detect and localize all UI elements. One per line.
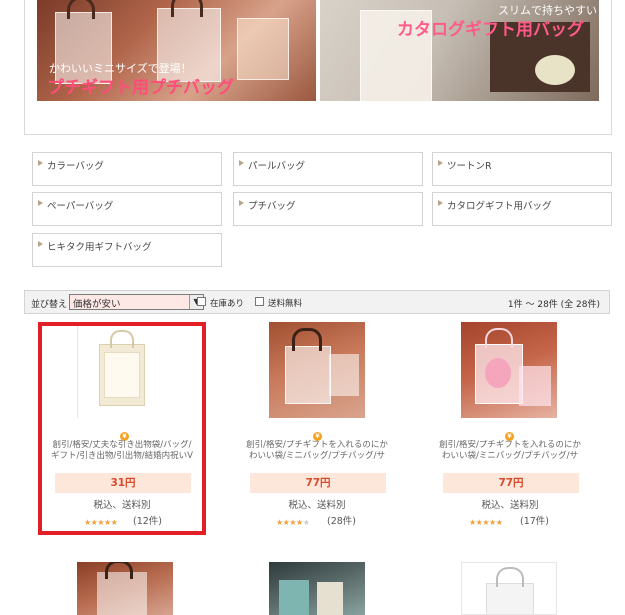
result-count: 1件 〜 28件 (全 28件) bbox=[507, 300, 600, 310]
product-description[interactable]: 創引/格安/プチギフトを入れるのにか わいい袋/ミニバッグ/プチバッグ/サ bbox=[425, 440, 595, 462]
banner-title: プチギフト用プチバッグ bbox=[47, 78, 234, 98]
bag-illustration bbox=[237, 18, 289, 80]
bag-handle-illustration bbox=[171, 0, 203, 17]
banner-petit-bag[interactable]: かわいいミニサイズで登場！ プチギフト用プチバッグ bbox=[37, 0, 316, 101]
review-count[interactable]: (12件) bbox=[133, 513, 162, 527]
product-image[interactable] bbox=[269, 562, 365, 615]
rating-stars-icon: ★★★★★ bbox=[469, 518, 503, 527]
in-stock-checkbox[interactable] bbox=[197, 297, 206, 306]
category-link-petit-bag[interactable]: プチバッグ bbox=[233, 192, 423, 226]
tax-note: 税込、送料別 bbox=[288, 500, 346, 511]
sort-label: 並び替え bbox=[31, 300, 68, 310]
tax-note: 税込、送料別 bbox=[93, 500, 151, 511]
bag-handle-illustration bbox=[67, 0, 95, 19]
review-count[interactable]: (28件) bbox=[327, 513, 356, 527]
sort-selected-value: 価格が安い bbox=[73, 299, 121, 310]
product-price: 77円 bbox=[443, 473, 579, 493]
sort-toolbar: 並び替え 価格が安い ▼ 在庫あり 送料無料 1件 〜 28件 (全 28件) bbox=[24, 290, 610, 314]
in-stock-label: 在庫あり bbox=[210, 299, 245, 309]
category-link-pearl-bag[interactable]: パールバッグ bbox=[233, 152, 423, 186]
banner-title: カタログギフト用バッグ bbox=[397, 20, 584, 40]
category-link-two-tone[interactable]: ツートンR bbox=[432, 152, 612, 186]
product-image[interactable] bbox=[77, 322, 173, 418]
category-link-paper-bag[interactable]: ペーパーバッグ bbox=[32, 192, 222, 226]
product-image[interactable] bbox=[269, 322, 365, 418]
product-price: 77円 bbox=[250, 473, 386, 493]
free-shipping-label: 送料無料 bbox=[268, 299, 303, 309]
category-link-color-bag[interactable]: カラーバッグ bbox=[32, 152, 222, 186]
product-price: 31円 bbox=[55, 473, 191, 493]
banner-catalog-bag[interactable]: スリムで持ちやすい カタログギフト用バッグ bbox=[320, 0, 599, 101]
flower-illustration bbox=[535, 55, 575, 85]
category-link-hikitaku-bag[interactable]: ヒキタク用ギフトバッグ bbox=[32, 233, 222, 267]
product-image[interactable] bbox=[461, 322, 557, 418]
sort-select[interactable]: 価格が安い ▼ bbox=[69, 294, 204, 310]
rating-stars-icon: ★★★★★ bbox=[84, 518, 118, 527]
product-image[interactable] bbox=[77, 562, 173, 615]
rating-stars-icon: ★★★★★ bbox=[276, 518, 310, 527]
product-description[interactable]: 創引/格安/丈夫な引き出物袋/バッグ/ ギフト/引き出物/引出物/結婚内祝いV bbox=[37, 440, 207, 462]
product-image[interactable] bbox=[461, 562, 557, 615]
tax-note: 税込、送料別 bbox=[481, 500, 539, 511]
category-link-catalog-bag[interactable]: カタログギフト用バッグ bbox=[432, 192, 612, 226]
product-description[interactable]: 創引/格安/プチギフトを入れるのにか わいい袋/ミニバッグ/プチバッグ/サ bbox=[232, 440, 402, 462]
review-count[interactable]: (17件) bbox=[520, 513, 549, 527]
free-shipping-checkbox[interactable] bbox=[255, 297, 264, 306]
